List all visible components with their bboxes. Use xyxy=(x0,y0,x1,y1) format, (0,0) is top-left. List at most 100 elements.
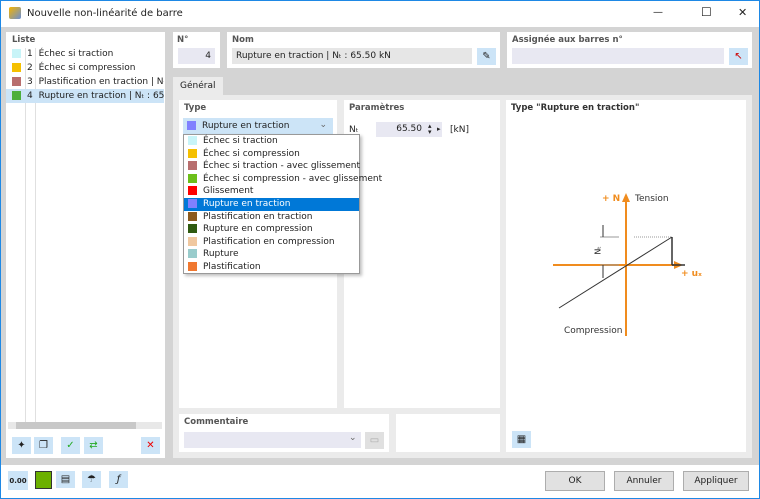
dropdown-option[interactable]: Plastification xyxy=(184,261,359,274)
arrow-right-icon[interactable]: ▸ xyxy=(437,125,441,133)
list-item[interactable]: 2 Échec si compression xyxy=(6,61,164,75)
color-swatch xyxy=(188,211,197,221)
name-label: Nom xyxy=(232,35,254,45)
check-all-icon[interactable]: ✓ xyxy=(61,437,80,454)
comment-panel: Commentaire ⌄ ▭ xyxy=(179,414,389,452)
dropdown-option[interactable]: Plastification en compression xyxy=(184,236,359,249)
option-label: Échec si compression - avec glissement xyxy=(203,173,383,184)
parameters-label: Paramètres xyxy=(349,103,405,113)
type-label: Type xyxy=(184,103,207,113)
units-icon[interactable]: 0.00 xyxy=(8,471,28,490)
display-settings-icon[interactable]: ▤ xyxy=(56,471,75,488)
assigned-panel: Assignée aux barres n° ↖ xyxy=(507,32,752,68)
dropdown-option[interactable]: Rupture en compression xyxy=(184,223,359,236)
color-swatch xyxy=(188,249,197,259)
diagram-options-icon[interactable]: ▦ xyxy=(512,431,531,448)
window-title: Nouvelle non-linéarité de barre xyxy=(27,8,183,19)
comment-library-icon[interactable]: ▭ xyxy=(365,432,384,449)
list-header: Liste xyxy=(12,35,36,45)
type-color-swatch xyxy=(187,121,196,130)
maximize-button[interactable]: ☐ xyxy=(701,5,712,19)
option-label: Plastification xyxy=(203,261,261,272)
option-label: Rupture xyxy=(203,249,239,260)
option-label: Échec si traction - avec glissement xyxy=(203,161,360,172)
dropdown-option[interactable]: Échec si traction xyxy=(184,135,359,148)
color-swatch xyxy=(188,261,197,271)
tab-general[interactable]: Général xyxy=(173,77,223,95)
nt-unit: [kN] xyxy=(450,125,469,135)
check-toggle-icon[interactable]: ⇄ xyxy=(84,437,103,454)
color-swatch xyxy=(12,77,21,86)
option-label: Glissement xyxy=(203,186,254,197)
nt-field[interactable]: 65.50 xyxy=(376,122,442,137)
apply-button[interactable]: Appliquer xyxy=(683,471,749,491)
dropdown-option[interactable]: Échec si compression - avec glissement xyxy=(184,173,382,186)
new-item-icon[interactable]: ✦ xyxy=(12,437,31,454)
color-swatch-button[interactable] xyxy=(35,471,52,489)
assigned-label: Assignée aux barres n° xyxy=(512,35,623,45)
close-button[interactable]: ✕ xyxy=(738,6,747,19)
n-axis-label: + N xyxy=(602,194,621,204)
comment-label: Commentaire xyxy=(184,417,249,427)
horizontal-scrollbar[interactable] xyxy=(8,422,162,429)
dropdown-option[interactable]: Glissement xyxy=(184,185,359,198)
parameters-panel: Paramètres Nₜ 65.50 ▴ ▾ ▸ [kN] xyxy=(344,100,500,408)
compression-label: Compression xyxy=(564,326,623,336)
list-item[interactable]: 3 Plastification en traction | Nₜ : 7 xyxy=(6,75,164,89)
color-swatch xyxy=(188,198,197,208)
cancel-button[interactable]: Annuler xyxy=(614,471,674,491)
ux-axis-label: + uₓ xyxy=(681,269,702,279)
dropdown-option[interactable]: Rupture en traction xyxy=(184,197,359,211)
color-swatch xyxy=(188,236,197,246)
dropdown-option[interactable]: Échec si compression xyxy=(184,148,359,161)
minimize-button[interactable]: — xyxy=(653,7,663,18)
dropdown-option[interactable]: Échec si traction - avec glissement xyxy=(184,160,360,173)
number-label: N° xyxy=(177,35,189,45)
color-swatch xyxy=(12,91,21,100)
item-number: 4 xyxy=(27,91,33,101)
spinner-icon[interactable]: ▴ ▾ xyxy=(428,123,432,136)
dropdown-option[interactable]: Plastification en traction xyxy=(184,211,359,224)
name-field[interactable]: Rupture en traction | Nₜ : 65.50 kN xyxy=(232,48,472,64)
option-label: Rupture en compression xyxy=(203,224,313,235)
list-item[interactable]: 1 Échec si traction xyxy=(6,47,164,61)
number-panel: N° 4 xyxy=(173,32,220,68)
type-dropdown-list: Échec si traction Échec si compression Éch… xyxy=(183,134,382,274)
comment-field[interactable] xyxy=(184,432,361,448)
item-label: Rupture en traction | Nₜ : 65.50 xyxy=(38,91,164,101)
color-swatch xyxy=(188,186,197,196)
type-dropdown[interactable]: Rupture en traction ⌄ xyxy=(183,118,333,134)
view-icon[interactable]: ☂ xyxy=(82,471,101,488)
item-label: Échec si traction xyxy=(38,49,114,59)
n-arrow xyxy=(622,193,630,202)
copy-item-icon[interactable]: ❐ xyxy=(34,437,53,454)
item-label: Plastification en traction | Nₜ : 7 xyxy=(38,77,164,87)
app-icon xyxy=(9,7,21,19)
option-label: Plastification en traction xyxy=(203,211,313,222)
color-swatch xyxy=(188,136,197,145)
color-swatch xyxy=(188,148,197,158)
color-swatch xyxy=(12,49,21,58)
formula-icon[interactable]: ƒ xyxy=(109,471,128,488)
delete-icon[interactable]: ✕ xyxy=(141,437,160,454)
type-selected: Rupture en traction xyxy=(202,121,290,131)
option-label: Plastification en compression xyxy=(203,236,335,247)
edit-name-icon[interactable]: ✎ xyxy=(477,48,496,65)
color-swatch xyxy=(188,224,197,234)
dropdown-option[interactable]: Rupture xyxy=(184,248,359,261)
list-item[interactable]: 4 Rupture en traction | Nₜ : 65.50 xyxy=(6,89,164,103)
stiffness-line xyxy=(558,236,673,309)
option-label: Échec si traction xyxy=(203,136,278,146)
option-label: Échec si compression xyxy=(203,148,300,159)
number-field[interactable]: 4 xyxy=(178,48,215,64)
item-label: Échec si compression xyxy=(38,63,136,73)
option-label: Rupture en traction xyxy=(203,198,291,209)
assigned-field[interactable] xyxy=(512,48,724,64)
select-members-icon[interactable]: ↖ xyxy=(729,48,748,65)
ok-button[interactable]: OK xyxy=(545,471,605,491)
chevron-down-icon: ⌄ xyxy=(349,433,357,443)
item-number: 2 xyxy=(27,63,33,73)
diagram-panel: Type "Rupture en traction" + N Tension C… xyxy=(506,100,746,452)
chevron-down-icon: ⌄ xyxy=(319,120,327,130)
nt-dimension-label: Nₜ xyxy=(593,246,603,255)
